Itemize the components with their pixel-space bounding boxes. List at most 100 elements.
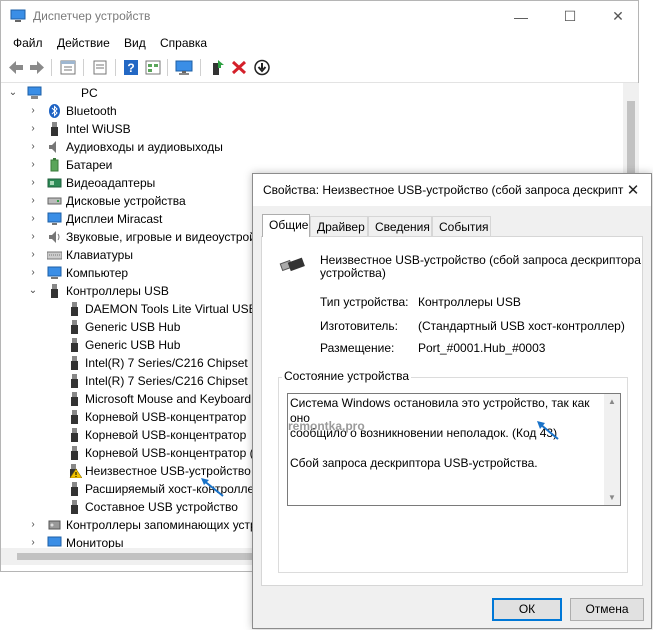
usb-plug-icon: [51, 122, 58, 136]
window-title: Диспетчер устройств: [33, 9, 151, 23]
display-adapter-icon: [47, 178, 62, 188]
usb-plug-icon: [71, 356, 78, 370]
scroll-down-icon[interactable]: ▼: [608, 490, 616, 505]
back-arrow-icon[interactable]: [7, 59, 25, 76]
expand-arrow-icon[interactable]: ›: [28, 156, 38, 174]
usb-plug-icon: [71, 302, 78, 316]
disk-drive-icon: [47, 197, 62, 205]
close-icon[interactable]: ✕: [615, 174, 651, 206]
usb-plug-icon: [71, 446, 78, 460]
device-name-line2: устройства): [320, 266, 386, 280]
miracast-display-icon: [47, 212, 62, 225]
tree-device-label: Intel(R) 7 Series/C216 Chipset Fa: [85, 356, 266, 370]
menu-view[interactable]: Вид: [124, 36, 146, 50]
tree-root-label: PC: [81, 86, 98, 100]
expand-arrow-icon[interactable]: ›: [28, 210, 38, 228]
help-icon[interactable]: ?: [122, 59, 140, 76]
maximize-icon[interactable]: ☐: [547, 1, 593, 32]
tree-device-label: Неизвестное USB-устройство (: [85, 464, 259, 478]
status-scrollbar[interactable]: ▲ ▼: [604, 394, 620, 505]
tab-details[interactable]: Сведения: [368, 216, 432, 236]
tab-events[interactable]: События: [432, 216, 491, 236]
tree-device-label: Generic USB Hub: [85, 338, 181, 352]
properties-alt-icon[interactable]: [91, 59, 109, 76]
tree-category-label: Дисковые устройства: [66, 194, 186, 208]
computer-icon: [27, 86, 42, 99]
usb-plug-icon: [71, 338, 78, 352]
field-value: Port_#0001.Hub_#0003: [418, 341, 546, 355]
tree-category-label: Bluetooth: [66, 104, 117, 118]
toolbar-separator: [51, 59, 52, 76]
usb-device-icon: [279, 257, 305, 272]
expand-arrow-icon[interactable]: ›: [28, 228, 38, 246]
menu-bar: Файл Действие Вид Справка: [1, 32, 638, 54]
general-tab-panel: Неизвестное USB-устройство (сбой запроса…: [261, 236, 643, 586]
tree-category-label: Дисплеи Miracast: [66, 212, 163, 226]
tree-device-label: Microsoft Mouse and Keyboard: [85, 392, 252, 406]
usb-plug-icon: [71, 410, 78, 424]
computer-icon: [47, 266, 62, 279]
storage-controller-icon: [48, 520, 61, 530]
tab-general[interactable]: Общие: [262, 214, 310, 237]
download-icon[interactable]: [253, 59, 271, 76]
expand-arrow-icon[interactable]: ›: [28, 534, 38, 548]
sound-device-icon: [49, 231, 60, 243]
collapse-icon[interactable]: ⌄: [28, 282, 38, 300]
keyboard-icon: [47, 251, 62, 260]
tree-device-label: DAEMON Tools Lite Virtual USB: [85, 302, 257, 316]
tree-device-label: Корневой USB-концентратор: [85, 410, 247, 424]
expand-arrow-icon[interactable]: ›: [28, 246, 38, 264]
usb-plug-icon: [71, 428, 78, 442]
field-value: (Стандартный USB хост-контроллер): [418, 319, 625, 333]
status-spacer: [290, 441, 596, 456]
toolbar-separator: [115, 59, 116, 76]
device-status-text[interactable]: Система Windows остановила это устройств…: [287, 393, 621, 506]
tree-device-label: Корневой USB-концентратор: [85, 428, 247, 442]
menu-file[interactable]: Файл: [13, 36, 43, 50]
expand-arrow-icon[interactable]: ›: [28, 264, 38, 282]
tree-category-label: Аудиовходы и аудиовыходы: [66, 140, 223, 154]
toolbar-separator: [167, 59, 168, 76]
device-manager-icon: [10, 9, 26, 22]
tree-device-label: Корневой USB-концентратор (US: [85, 446, 271, 460]
device-status-label: Состояние устройства: [282, 369, 412, 383]
collapse-icon[interactable]: ⌄: [8, 84, 18, 102]
monitor-icon: [47, 536, 62, 547]
field-value: Контроллеры USB: [418, 295, 521, 309]
forward-arrow-icon[interactable]: [28, 59, 46, 76]
tree-category-label: Компьютер: [66, 266, 129, 280]
expand-arrow-icon[interactable]: ›: [28, 138, 38, 156]
update-driver-icon[interactable]: [208, 59, 226, 76]
usb-plug-icon: [71, 482, 78, 496]
expand-arrow-icon[interactable]: ›: [28, 120, 38, 138]
expand-arrow-icon[interactable]: ›: [28, 102, 38, 120]
properties-icon[interactable]: [59, 59, 77, 76]
usb-plug-icon: [51, 284, 58, 298]
annotation-arrow-icon: [201, 478, 224, 497]
close-icon[interactable]: ✕: [595, 1, 641, 32]
usb-plug-icon: [71, 392, 78, 406]
tree-device-label: Составное USB устройство: [85, 500, 238, 514]
menu-action[interactable]: Действие: [57, 36, 110, 50]
annotation-arrow-icon: [537, 421, 559, 440]
dialog-title-bar: Свойства: Неизвестное USB-устройство (сб…: [253, 174, 651, 206]
properties-dialog: Свойства: Неизвестное USB-устройство (сб…: [252, 173, 652, 629]
tree-device-label: Generic USB Hub: [85, 320, 181, 334]
tab-driver[interactable]: Драйвер: [310, 216, 368, 236]
minimize-icon[interactable]: —: [498, 1, 544, 32]
tree-category-label: Клавиатуры: [66, 248, 133, 262]
expand-arrow-icon[interactable]: ›: [28, 192, 38, 210]
monitor-icon[interactable]: [175, 59, 193, 76]
tree-device-label: Расширяемый хост-контролле: [85, 482, 255, 496]
cancel-button[interactable]: Отмена: [570, 598, 644, 621]
expand-arrow-icon[interactable]: ›: [28, 516, 38, 534]
toolbar: ?: [1, 54, 638, 83]
scroll-up-icon[interactable]: ▲: [608, 394, 616, 409]
view-icon[interactable]: [144, 59, 162, 76]
title-bar: Диспетчер устройств — ☐ ✕: [1, 1, 638, 32]
uninstall-icon[interactable]: [230, 59, 248, 76]
ok-button[interactable]: ОК: [492, 598, 562, 621]
expand-arrow-icon[interactable]: ›: [28, 174, 38, 192]
tree-category-label: Звуковые, игровые и видеоустрой: [66, 230, 256, 244]
menu-help[interactable]: Справка: [160, 36, 207, 50]
